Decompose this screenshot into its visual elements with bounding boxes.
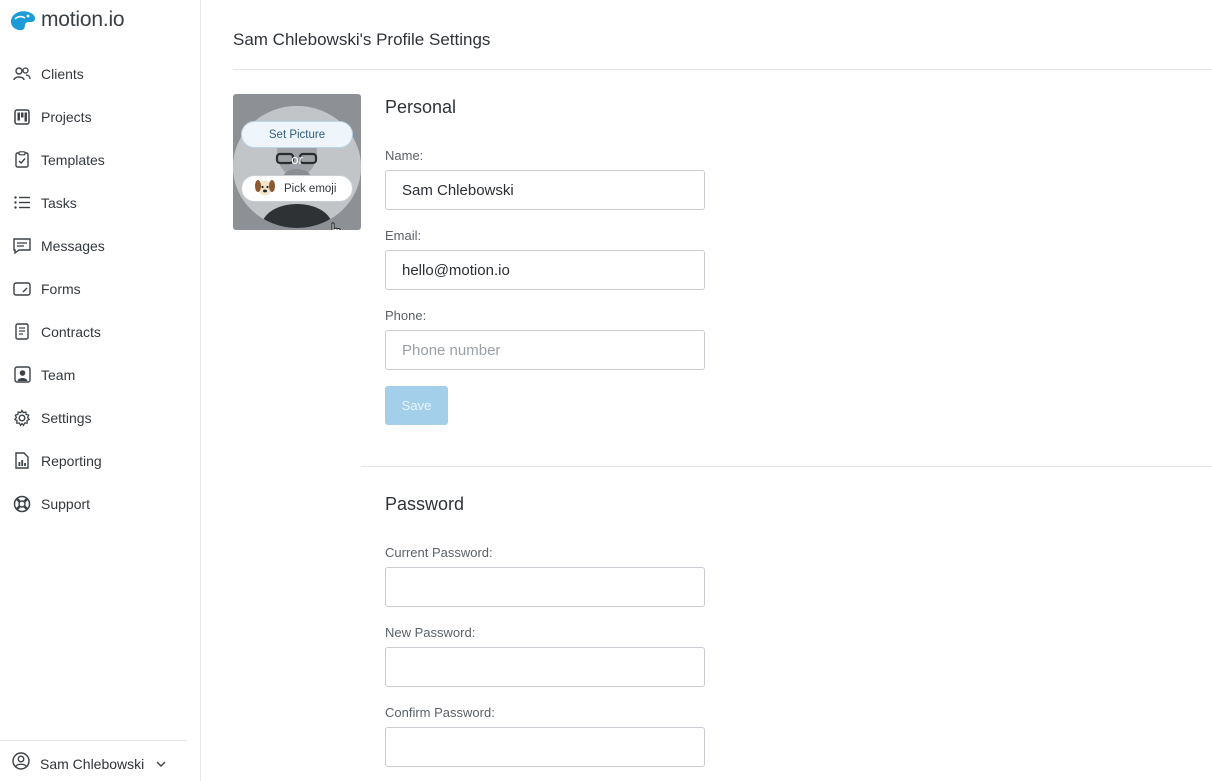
sidebar-nav: Clients Projects Templates Tasks Message… <box>0 52 200 525</box>
kanban-icon <box>13 108 31 126</box>
name-label: Name: <box>385 148 424 163</box>
dog-emoji-icon <box>254 177 276 200</box>
document-icon <box>13 323 31 341</box>
sidebar-item-reporting[interactable]: Reporting <box>0 439 200 482</box>
new-password-label: New Password: <box>385 625 476 640</box>
main-content: Sam Chlebowski's Profile Settings Set Pi… <box>201 0 1212 781</box>
clipboard-check-icon <box>13 151 31 169</box>
save-button[interactable]: Save <box>385 386 448 425</box>
avatar-picker: Set Picture or Pick emoji <box>233 94 361 230</box>
user-avatar-icon <box>12 752 30 775</box>
current-password-label: Current Password: <box>385 545 493 560</box>
lifebuoy-icon <box>13 495 31 513</box>
gear-icon <box>13 408 31 427</box>
sidebar-item-label: Tasks <box>41 194 77 211</box>
sidebar-item-templates[interactable]: Templates <box>0 138 200 181</box>
sidebar-item-team[interactable]: Team <box>0 353 200 396</box>
sidebar-item-label: Support <box>41 495 91 512</box>
password-section-title: Password <box>385 494 465 514</box>
confirm-password-field[interactable] <box>385 727 705 767</box>
or-separator: or <box>291 152 303 167</box>
sidebar-item-tasks[interactable]: Tasks <box>0 181 200 224</box>
user-name: Sam Chlebowski <box>40 755 145 772</box>
pick-emoji-label: Pick emoji <box>284 182 337 195</box>
sidebar-item-settings[interactable]: Settings <box>0 396 200 439</box>
sidebar-item-label: Contracts <box>41 323 101 340</box>
person-badge-icon <box>13 366 31 384</box>
confirm-password-label: Confirm Password: <box>385 705 495 720</box>
pick-emoji-button[interactable]: Pick emoji <box>241 175 353 202</box>
email-label: Email: <box>385 228 422 243</box>
sidebar-item-contracts[interactable]: Contracts <box>0 310 200 353</box>
hand-cursor-icon <box>328 222 342 230</box>
sidebar-item-messages[interactable]: Messages <box>0 224 200 267</box>
name-field[interactable] <box>385 170 705 210</box>
section-divider <box>361 466 1212 467</box>
new-password-field[interactable] <box>385 647 705 687</box>
set-picture-button[interactable]: Set Picture <box>241 121 353 148</box>
current-password-field[interactable] <box>385 567 705 607</box>
sidebar-item-projects[interactable]: Projects <box>0 95 200 138</box>
sidebar-item-label: Team <box>41 366 76 383</box>
personal-section-title: Personal <box>385 97 457 117</box>
message-icon <box>13 237 31 255</box>
title-divider <box>233 69 1212 70</box>
sidebar-item-label: Messages <box>41 237 105 254</box>
sidebar-item-label: Forms <box>41 280 81 297</box>
chevron-down-icon <box>156 755 166 773</box>
phone-field[interactable] <box>385 330 705 370</box>
sidebar: motion.io Clients Projects Templates Tas… <box>0 0 201 781</box>
app-logo[interactable]: motion.io <box>9 8 125 32</box>
users-icon <box>13 65 31 83</box>
page-title: Sam Chlebowski's Profile Settings <box>233 30 491 49</box>
sidebar-item-label: Templates <box>41 151 105 168</box>
phone-label: Phone: <box>385 308 427 323</box>
report-icon <box>13 452 31 470</box>
user-menu[interactable]: Sam Chlebowski <box>12 752 166 775</box>
sidebar-item-label: Reporting <box>41 452 102 469</box>
email-field[interactable] <box>385 250 705 290</box>
sidebar-item-label: Settings <box>41 409 92 426</box>
sidebar-divider <box>0 740 187 741</box>
brand-name: motion.io <box>41 8 125 31</box>
sidebar-item-label: Projects <box>41 108 92 125</box>
list-icon <box>13 194 31 212</box>
sidebar-item-label: Clients <box>41 65 84 82</box>
motion-logo-icon <box>10 11 36 31</box>
form-icon <box>13 280 31 298</box>
sidebar-item-forms[interactable]: Forms <box>0 267 200 310</box>
sidebar-item-clients[interactable]: Clients <box>0 52 200 95</box>
sidebar-item-support[interactable]: Support <box>0 482 200 525</box>
